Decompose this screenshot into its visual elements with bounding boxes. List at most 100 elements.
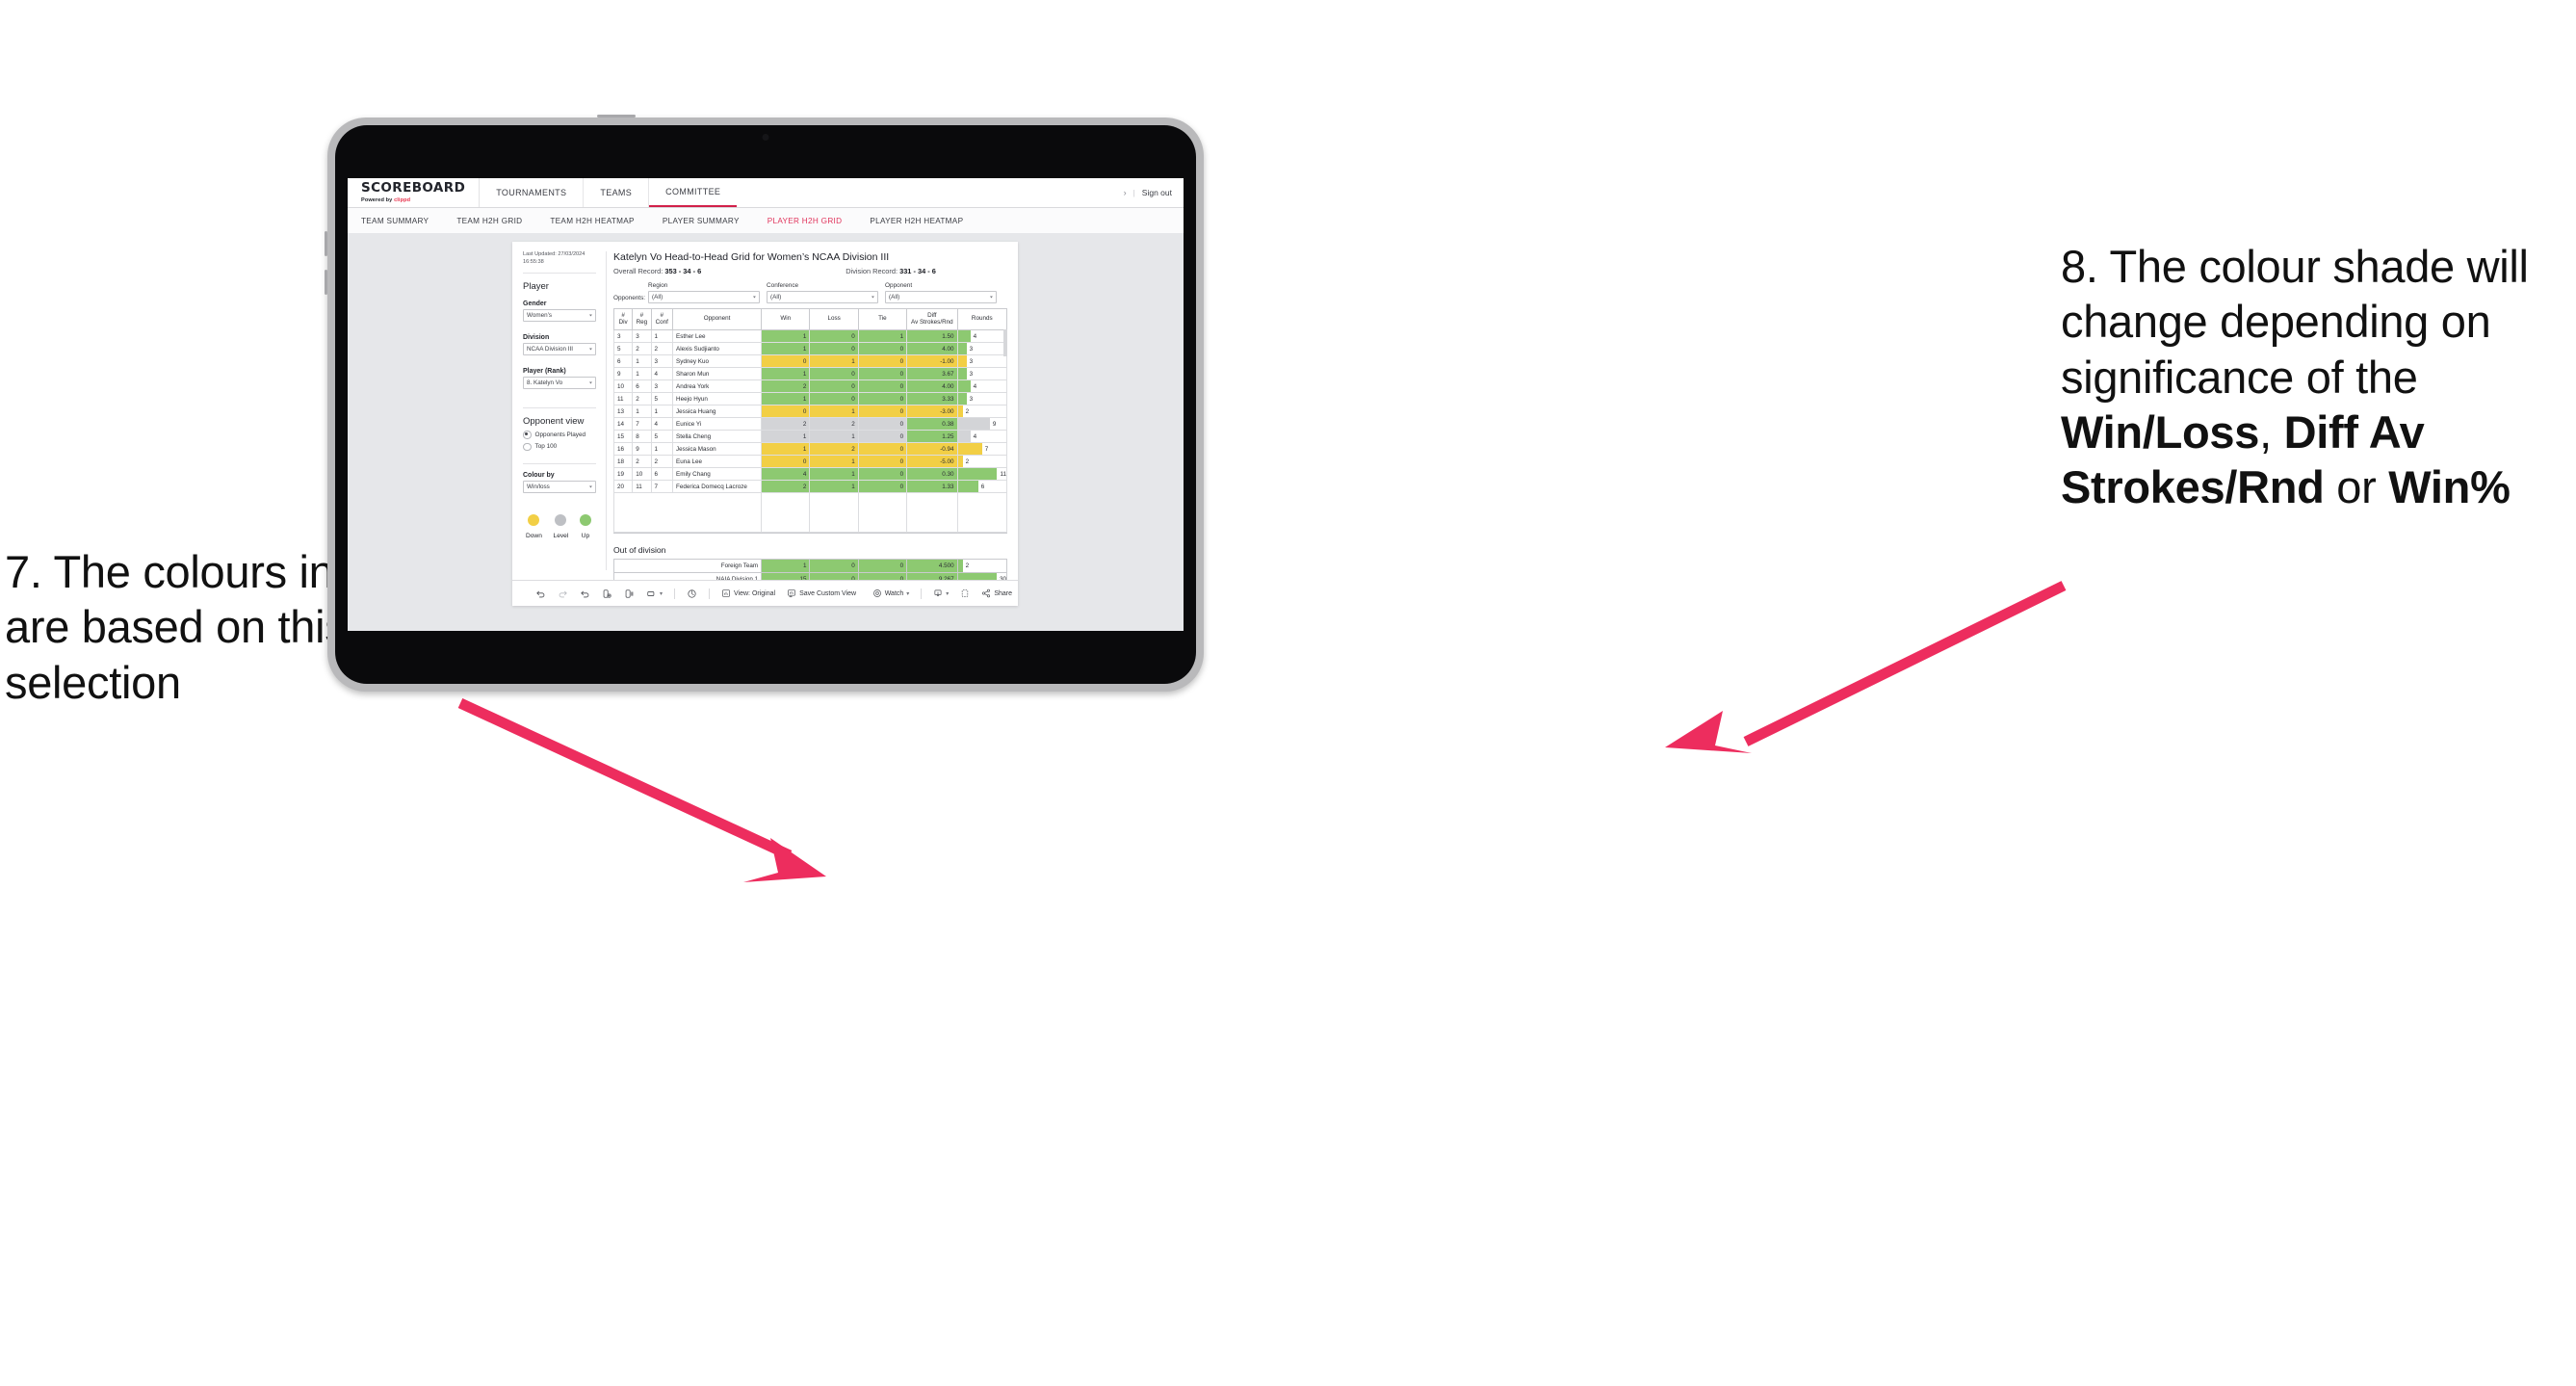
volume-button-up[interactable] <box>325 231 327 256</box>
chevron-right-icon[interactable]: › <box>1124 188 1127 197</box>
cell-opponent: Sharon Mun <box>672 367 763 381</box>
share-button[interactable]: Share <box>976 588 1018 598</box>
table-row[interactable]: 13 1 1 Jessica Huang 0 1 0 -3.00 2 <box>612 405 1008 419</box>
brand-powered-text: Powered by <box>361 196 395 203</box>
cell-opponent: Jessica Mason <box>672 442 763 457</box>
page-title: Katelyn Vo Head-to-Head Grid for Women’s… <box>613 251 890 263</box>
col-win[interactable]: Win <box>761 307 811 331</box>
subnav-team-summary[interactable]: TEAM SUMMARY <box>361 217 445 225</box>
cell-diff: -1.00 <box>906 354 958 369</box>
radio-top-100[interactable]: Top 100 <box>523 442 596 452</box>
legend-item-up: Up <box>580 514 591 539</box>
col-diff[interactable]: Diff Av Strokes/Rnd <box>906 307 958 331</box>
colour-by-select[interactable]: Win/loss ▾ <box>523 481 596 494</box>
annotation-8-bold-winpct: Win% <box>2388 461 2511 513</box>
cell-tie: 0 <box>857 342 908 356</box>
filter-panel: Last Updated: 27/03/2024 16:55:38 Player… <box>512 242 606 580</box>
undo-button[interactable] <box>530 588 552 599</box>
refresh-data-button[interactable] <box>596 588 618 599</box>
table-row[interactable]: 10 6 3 Andrea York 2 0 0 4.00 4 <box>612 379 1008 394</box>
h2h-grid-wrapper: # Div # Reg # Conf Opponent Win Loss Tie… <box>612 307 1008 535</box>
cell-tie: 1 <box>857 329 908 344</box>
header-right-group: › | Sign out <box>1124 178 1184 207</box>
chevron-down-icon: ▾ <box>588 347 592 353</box>
table-row[interactable]: Foreign Team 1 0 0 4.500 2 <box>612 559 1008 574</box>
col-div[interactable]: # Div <box>612 307 634 331</box>
table-row[interactable]: 9 1 4 Sharon Mun 1 0 0 3.67 3 <box>612 367 1008 381</box>
cell-rounds: 3 <box>956 367 1008 381</box>
col-reg[interactable]: # Reg <box>632 307 652 331</box>
cell-div: 16 <box>612 442 634 457</box>
panel-divider-3 <box>523 463 596 465</box>
pause-updates-button[interactable] <box>618 588 640 599</box>
table-row[interactable]: 20 11 7 Federica Domecq Lacroze 2 1 0 1.33 6 <box>612 480 1008 494</box>
save-custom-view-button[interactable]: Save Custom View <box>781 588 862 598</box>
table-row[interactable]: 19 10 6 Emily Chang 4 1 0 0.30 11 <box>612 467 1008 482</box>
table-row[interactable]: 5 2 2 Alexis Sudjianto 1 0 0 4.00 3 <box>612 342 1008 356</box>
subnav-player-h2h-grid[interactable]: PLAYER H2H GRID <box>768 217 859 225</box>
last-updated-label: Last Updated: <box>523 251 559 257</box>
nav-teams[interactable]: TEAMS <box>584 178 650 207</box>
nav-tournaments[interactable]: TOURNAMENTS <box>480 178 585 207</box>
volume-button-down[interactable] <box>325 270 327 295</box>
cell-diff: 3.33 <box>906 392 958 406</box>
col-opponent[interactable]: Opponent <box>672 307 763 331</box>
opponent-select[interactable]: (All) ▾ <box>885 290 998 303</box>
col-conf[interactable]: # Conf <box>650 307 674 331</box>
clear-sheet-button[interactable] <box>681 588 703 599</box>
table-row[interactable]: 18 2 2 Euna Lee 0 1 0 -5.00 2 <box>612 455 1008 469</box>
cell-reg: 2 <box>632 455 652 469</box>
subnav-player-summary[interactable]: PLAYER SUMMARY <box>663 217 756 225</box>
table-row[interactable]: 3 3 1 Esther Lee 1 0 1 1.50 4 <box>612 329 1008 344</box>
nav-tournaments-label: TOURNAMENTS <box>496 188 567 197</box>
cell-reg: 8 <box>632 430 652 444</box>
region-select[interactable]: (All) ▾ <box>648 290 761 303</box>
col-loss[interactable]: Loss <box>809 307 859 331</box>
new-worksheet-button[interactable]: ▾ <box>640 588 668 599</box>
download-button[interactable]: ▾ <box>927 588 954 598</box>
legend-dot-level <box>555 514 567 527</box>
subnav-team-h2h-grid[interactable]: TEAM H2H GRID <box>456 217 538 225</box>
col-diff-label: Diff Av Strokes/Rnd <box>911 311 953 327</box>
col-tie[interactable]: Tie <box>857 307 908 331</box>
col-rounds[interactable]: Rounds <box>956 307 1008 331</box>
view-original-button[interactable]: View: Original <box>716 588 781 598</box>
conference-value: (All) <box>770 293 782 301</box>
table-row[interactable]: 6 1 3 Sydney Kuo 0 1 0 -1.00 3 <box>612 354 1008 369</box>
cell-rounds: 2 <box>956 405 1008 419</box>
brand-logo[interactable]: SCOREBOARD Powered by clippd <box>348 178 481 207</box>
revert-button[interactable] <box>574 588 596 599</box>
radio-icon-selected <box>523 431 532 439</box>
grid-scrollbar[interactable] <box>1003 328 1007 356</box>
cell-opponent: Jessica Huang <box>672 405 763 419</box>
table-row[interactable]: 15 8 5 Stella Cheng 1 1 0 1.25 4 <box>612 430 1008 444</box>
table-row-blank <box>612 492 1008 534</box>
subnav-team-h2h-heatmap[interactable]: TEAM H2H HEATMAP <box>550 217 650 225</box>
watch-button[interactable]: Watch ▾ <box>867 588 916 598</box>
radio-opponents-played[interactable]: Opponents Played <box>523 431 596 439</box>
cell-diff: 0.30 <box>906 467 958 482</box>
player-rank-select[interactable]: 8. Katelyn Vo ▾ <box>523 377 596 390</box>
cell-div: 20 <box>612 480 634 494</box>
cell-diff: 4.00 <box>906 379 958 394</box>
cell-conf: 2 <box>650 342 674 356</box>
nav-committee[interactable]: COMMITTEE <box>649 178 738 207</box>
division-select[interactable]: NCAA Division III ▾ <box>523 343 596 356</box>
cell-opponent: Stella Cheng <box>672 430 763 444</box>
device-preview-button[interactable] <box>954 588 976 598</box>
table-row[interactable]: 11 2 5 Heejo Hyun 1 0 0 3.33 3 <box>612 392 1008 406</box>
annotation-8: 8. The colour shade will change dependin… <box>2061 239 2571 515</box>
cell-loss: 1 <box>809 405 859 419</box>
table-row[interactable]: 16 9 1 Jessica Mason 1 2 0 -0.94 7 <box>612 442 1008 457</box>
cell-conf: 6 <box>650 467 674 482</box>
sign-out-link[interactable]: Sign out <box>1142 188 1172 197</box>
conference-select[interactable]: (All) ▾ <box>767 290 879 303</box>
gender-select[interactable]: Women’s ▾ <box>523 309 596 323</box>
power-button[interactable] <box>597 115 636 118</box>
redo-button[interactable] <box>552 588 574 599</box>
cell-win: 1 <box>761 367 811 381</box>
subnav-player-h2h-heatmap[interactable]: PLAYER H2H HEATMAP <box>870 217 979 225</box>
table-row[interactable]: 14 7 4 Eunice Yi 2 2 0 0.38 9 <box>612 417 1008 431</box>
cell-opponent: Heejo Hyun <box>672 392 763 406</box>
header-divider: | <box>1132 188 1135 197</box>
